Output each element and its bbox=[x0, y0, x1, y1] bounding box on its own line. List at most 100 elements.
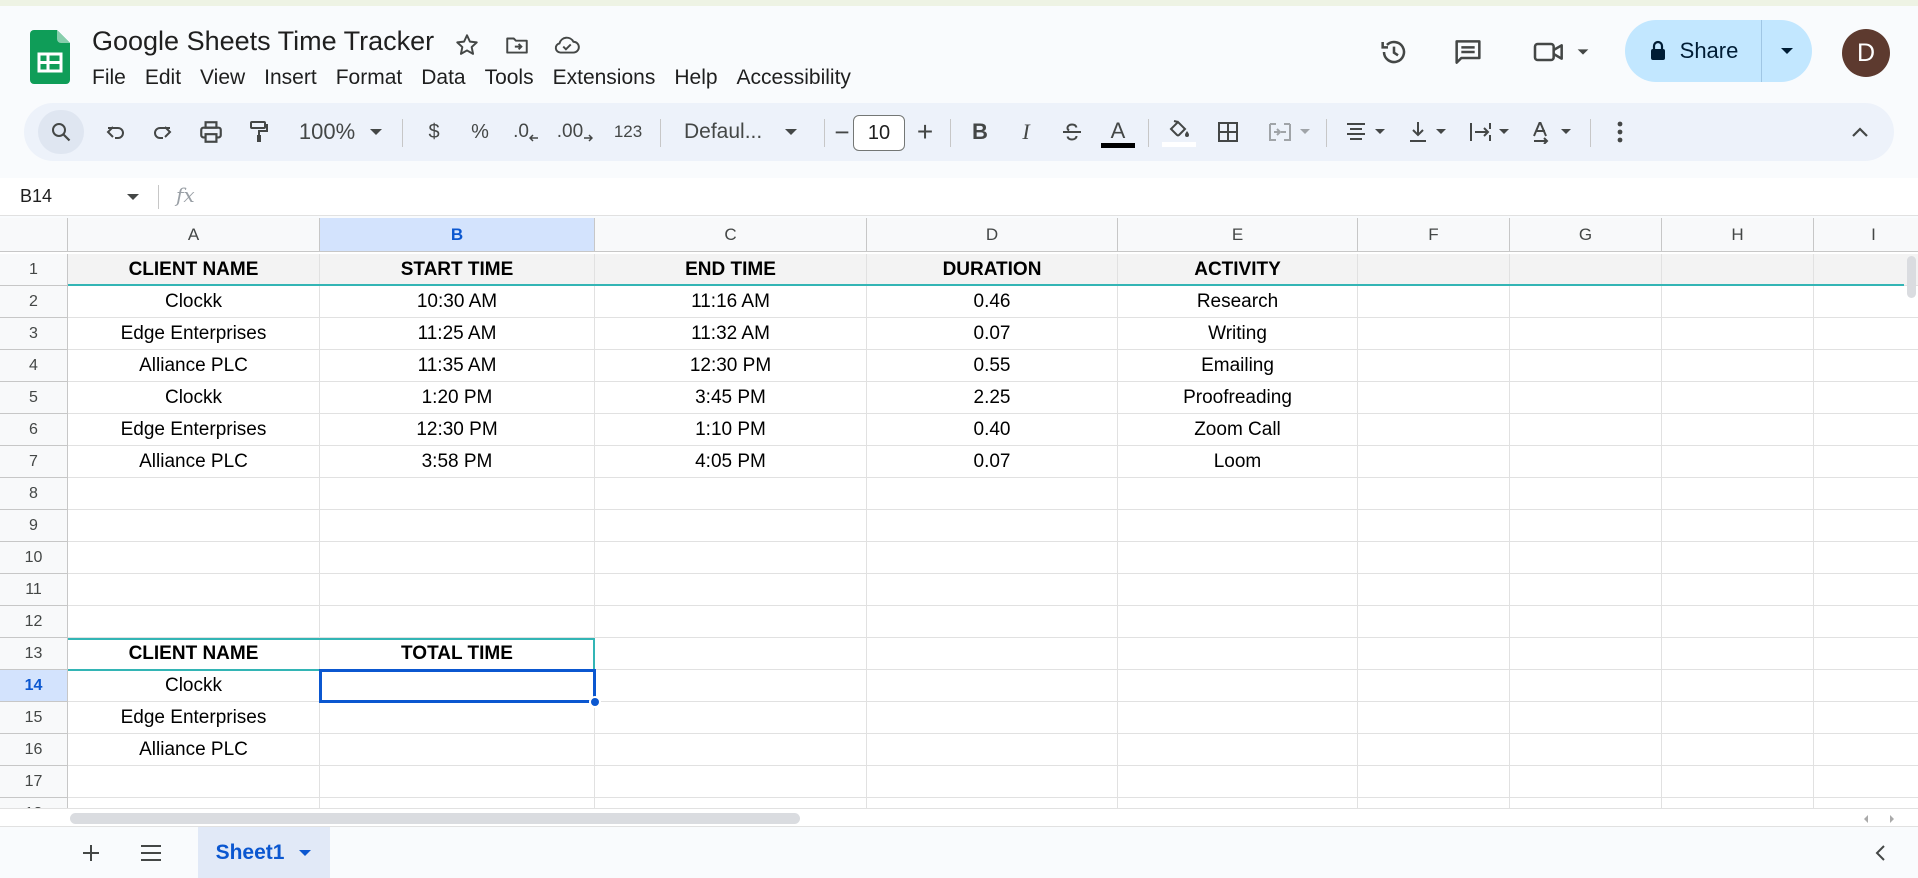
cell-i10[interactable] bbox=[1814, 542, 1918, 574]
text-color-button[interactable]: A bbox=[1098, 103, 1138, 161]
row-header-12[interactable]: 12 bbox=[0, 606, 68, 638]
italic-button[interactable]: I bbox=[1006, 103, 1046, 161]
cell-a8[interactable] bbox=[68, 478, 320, 510]
cell-d17[interactable] bbox=[867, 766, 1118, 798]
cell-c15[interactable] bbox=[595, 702, 867, 734]
cell-c18[interactable] bbox=[595, 798, 867, 808]
fill-handle[interactable] bbox=[589, 696, 601, 708]
cell-h5[interactable] bbox=[1662, 382, 1814, 414]
row-header-18[interactable]: 18 bbox=[0, 798, 68, 808]
row-header-15[interactable]: 15 bbox=[0, 702, 68, 734]
cell-b18[interactable] bbox=[320, 798, 595, 808]
row-header-9[interactable]: 9 bbox=[0, 510, 68, 542]
cell-d1[interactable]: DURATION bbox=[867, 254, 1118, 286]
menu-format[interactable]: Format bbox=[336, 62, 413, 94]
cell-b7[interactable]: 3:58 PM bbox=[320, 446, 595, 478]
cell-i18[interactable] bbox=[1814, 798, 1918, 808]
cell-f6[interactable] bbox=[1358, 414, 1510, 446]
cell-h16[interactable] bbox=[1662, 734, 1814, 766]
cell-e5[interactable]: Proofreading bbox=[1118, 382, 1358, 414]
all-sheets-icon[interactable] bbox=[133, 835, 169, 871]
add-sheet-icon[interactable] bbox=[73, 835, 109, 871]
column-header-a[interactable]: A bbox=[68, 218, 320, 252]
row-header-1[interactable]: 1 bbox=[0, 254, 68, 286]
name-box[interactable]: B14 bbox=[20, 186, 52, 207]
cell-e8[interactable] bbox=[1118, 478, 1358, 510]
cell-c3[interactable]: 11:32 AM bbox=[595, 318, 867, 350]
cell-i9[interactable] bbox=[1814, 510, 1918, 542]
cell-c14[interactable] bbox=[595, 670, 867, 702]
cell-c13[interactable] bbox=[595, 638, 867, 670]
menu-tools[interactable]: Tools bbox=[485, 62, 544, 94]
cell-b2[interactable]: 10:30 AM bbox=[320, 286, 595, 318]
cell-d10[interactable] bbox=[867, 542, 1118, 574]
cell-e11[interactable] bbox=[1118, 574, 1358, 606]
cell-d15[interactable] bbox=[867, 702, 1118, 734]
more-formats-button[interactable]: 123 bbox=[604, 103, 652, 161]
cell-c10[interactable] bbox=[595, 542, 867, 574]
cell-f8[interactable] bbox=[1358, 478, 1510, 510]
cell-b17[interactable] bbox=[320, 766, 595, 798]
cell-e4[interactable]: Emailing bbox=[1118, 350, 1358, 382]
cell-e14[interactable] bbox=[1118, 670, 1358, 702]
cell-f14[interactable] bbox=[1358, 670, 1510, 702]
cell-i11[interactable] bbox=[1814, 574, 1918, 606]
cell-b8[interactable] bbox=[320, 478, 595, 510]
merge-cells-button[interactable] bbox=[1260, 103, 1318, 161]
cell-f9[interactable] bbox=[1358, 510, 1510, 542]
cell-b1[interactable]: START TIME bbox=[320, 254, 595, 286]
cell-a12[interactable] bbox=[68, 606, 320, 638]
menu-help[interactable]: Help bbox=[674, 62, 727, 94]
text-wrapping-button[interactable] bbox=[1460, 103, 1518, 161]
row-header-8[interactable]: 8 bbox=[0, 478, 68, 510]
cell-f10[interactable] bbox=[1358, 542, 1510, 574]
cell-i13[interactable] bbox=[1814, 638, 1918, 670]
cell-c12[interactable] bbox=[595, 606, 867, 638]
cell-g14[interactable] bbox=[1510, 670, 1662, 702]
cell-i6[interactable] bbox=[1814, 414, 1918, 446]
cell-g9[interactable] bbox=[1510, 510, 1662, 542]
menu-accessibility[interactable]: Accessibility bbox=[737, 62, 861, 94]
row-header-13[interactable]: 13 bbox=[0, 638, 68, 670]
cell-e13[interactable] bbox=[1118, 638, 1358, 670]
meet-camera-icon[interactable] bbox=[1528, 30, 1598, 74]
share-dropdown-button[interactable] bbox=[1762, 20, 1812, 82]
undo-icon[interactable] bbox=[96, 103, 136, 161]
cell-a15[interactable]: Edge Enterprises bbox=[68, 702, 320, 734]
cell-i1[interactable] bbox=[1814, 254, 1918, 286]
cell-b5[interactable]: 1:20 PM bbox=[320, 382, 595, 414]
strikethrough-icon[interactable] bbox=[1052, 103, 1092, 161]
document-title[interactable]: Google Sheets Time Tracker bbox=[92, 26, 434, 57]
cell-g12[interactable] bbox=[1510, 606, 1662, 638]
cell-e9[interactable] bbox=[1118, 510, 1358, 542]
cell-a14[interactable]: Clockk bbox=[68, 670, 320, 702]
cell-e12[interactable] bbox=[1118, 606, 1358, 638]
menu-edit[interactable]: Edit bbox=[145, 62, 191, 94]
cell-f2[interactable] bbox=[1358, 286, 1510, 318]
more-options-icon[interactable] bbox=[1600, 103, 1640, 161]
move-folder-icon[interactable] bbox=[502, 30, 532, 60]
paint-format-icon[interactable] bbox=[238, 103, 280, 161]
cell-h12[interactable] bbox=[1662, 606, 1814, 638]
cell-h17[interactable] bbox=[1662, 766, 1814, 798]
menu-extensions[interactable]: Extensions bbox=[553, 62, 666, 94]
borders-icon[interactable] bbox=[1208, 103, 1248, 161]
font-size-input[interactable]: 10 bbox=[853, 115, 905, 151]
column-header-b[interactable]: B bbox=[320, 218, 595, 252]
cell-a4[interactable]: Alliance PLC bbox=[68, 350, 320, 382]
cell-i14[interactable] bbox=[1814, 670, 1918, 702]
cell-i15[interactable] bbox=[1814, 702, 1918, 734]
cell-g1[interactable] bbox=[1510, 254, 1662, 286]
cell-f3[interactable] bbox=[1358, 318, 1510, 350]
cell-f11[interactable] bbox=[1358, 574, 1510, 606]
cell-a6[interactable]: Edge Enterprises bbox=[68, 414, 320, 446]
menu-view[interactable]: View bbox=[200, 62, 255, 94]
column-header-e[interactable]: E bbox=[1118, 218, 1358, 252]
cell-h15[interactable] bbox=[1662, 702, 1814, 734]
font-family-select[interactable]: Defaul... bbox=[670, 103, 816, 161]
cell-b3[interactable]: 11:25 AM bbox=[320, 318, 595, 350]
cell-g8[interactable] bbox=[1510, 478, 1662, 510]
cell-e10[interactable] bbox=[1118, 542, 1358, 574]
cell-f1[interactable] bbox=[1358, 254, 1510, 286]
cell-g15[interactable] bbox=[1510, 702, 1662, 734]
